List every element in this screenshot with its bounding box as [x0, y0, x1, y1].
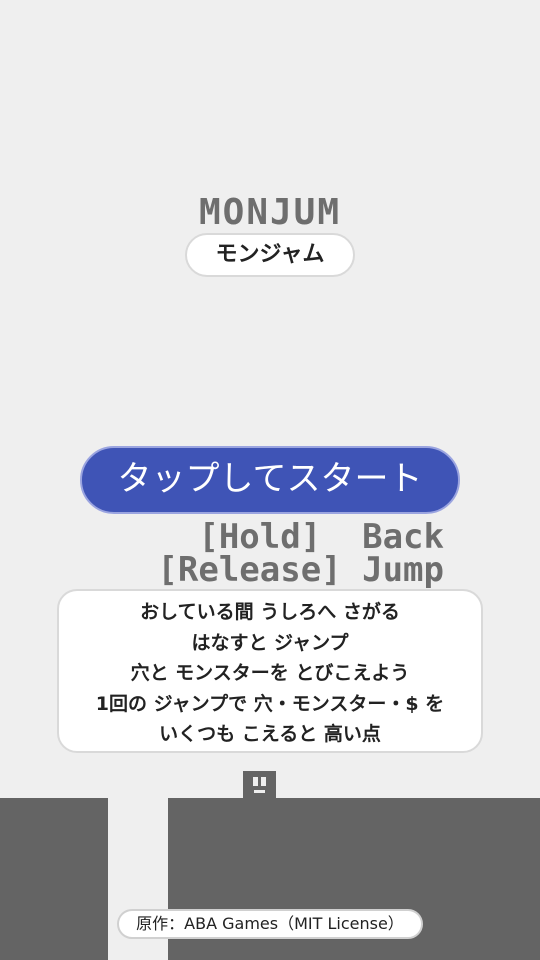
player-eye-left — [253, 777, 258, 786]
instruction-line: 穴と モンスターを とびこえよう — [130, 662, 410, 684]
instructions-panel: おしている間 うしろへ さがる はなすと ジャンプ 穴と モンスターを とびこえ… — [57, 589, 483, 753]
player-mouth — [254, 790, 265, 793]
ground-left — [0, 798, 108, 960]
instruction-line: 1回の ジャンプで 穴・モンスター・$ を — [95, 692, 445, 715]
start-button[interactable]: タップしてスタート — [80, 446, 460, 514]
game-subtitle: モンジャム — [185, 233, 355, 277]
instruction-line: はなすと ジャンプ — [191, 631, 349, 654]
credit-badge: 原作：ABA Games（MIT License） — [117, 909, 423, 939]
game-title: MONJUM — [198, 192, 342, 233]
instruction-line: いくつも こえると 高い点 — [159, 723, 381, 745]
player-eye-right — [261, 777, 266, 786]
instruction-line: おしている間 うしろへ さがる — [140, 601, 400, 623]
player-character — [243, 771, 276, 798]
control-release-jump: [Release] Jump — [157, 550, 444, 590]
control-hold-back: [Hold] Back — [198, 517, 444, 557]
